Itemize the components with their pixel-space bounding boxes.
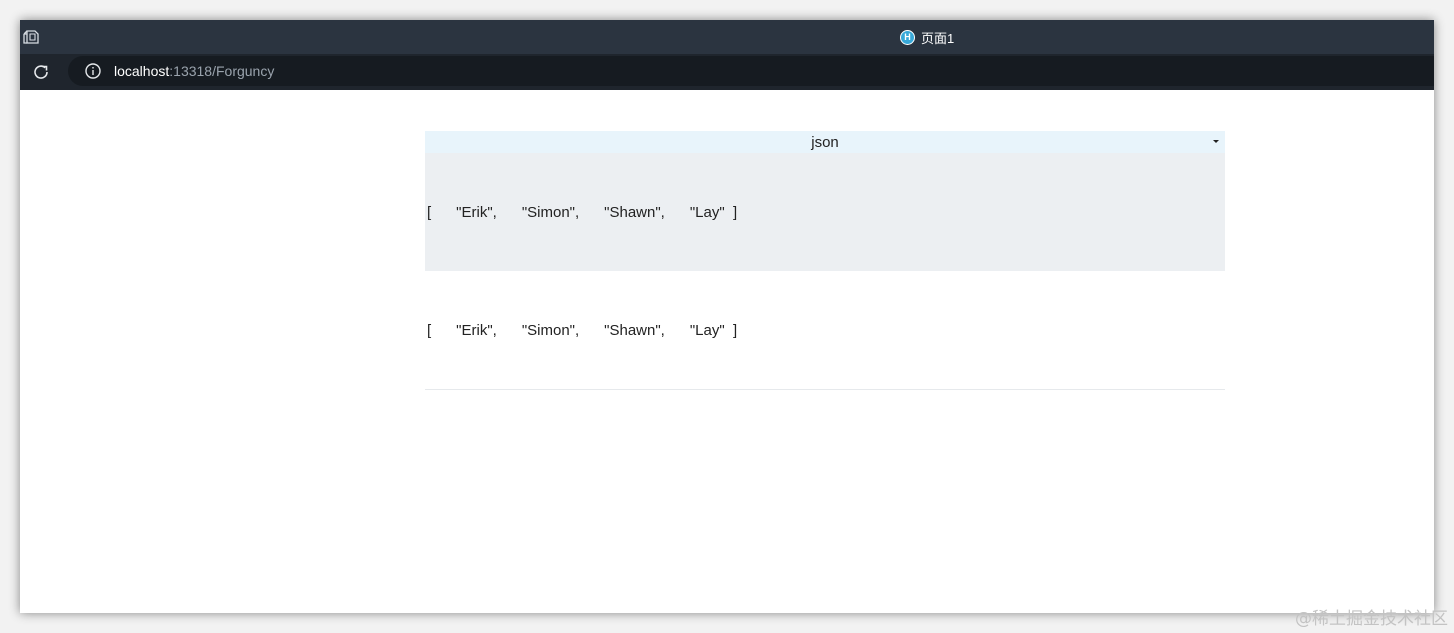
json-row-1: [ "Erik", "Simon", "Shawn", "Lay" ] [425,153,1225,271]
select-value: json [811,133,839,151]
json-text-2: [ "Erik", "Simon", "Shawn", "Lay" ] [427,321,738,339]
address-bar: localhost:13318/Forguncy [20,54,1434,90]
caret-down-icon[interactable] [1213,140,1219,143]
json-row-2: [ "Erik", "Simon", "Shawn", "Lay" ] [425,271,1225,390]
info-icon[interactable] [84,62,102,80]
tab-title-label: 页面1 [921,30,955,46]
browser-window: H 页面1 localhost:13318/Forguncy json [ "E… [20,20,1434,613]
url-field[interactable]: localhost:13318/Forguncy [68,56,1434,86]
url-text: localhost:13318/Forguncy [114,63,274,79]
title-bar: H 页面1 [20,20,1434,54]
url-path: :13318/Forguncy [169,63,275,79]
app-icon[interactable] [22,28,40,46]
reload-icon[interactable] [30,61,52,83]
watermark: @稀土掘金技术社区 [1295,609,1448,629]
json-text-1: [ "Erik", "Simon", "Shawn", "Lay" ] [427,203,738,221]
url-host: localhost [114,63,170,79]
tab-title[interactable]: H 页面1 [900,28,954,46]
page-content: json [ "Erik", "Simon", "Shawn", "Lay" ]… [20,90,1434,613]
json-select[interactable]: json [425,131,1225,153]
favicon-icon: H [900,29,915,45]
